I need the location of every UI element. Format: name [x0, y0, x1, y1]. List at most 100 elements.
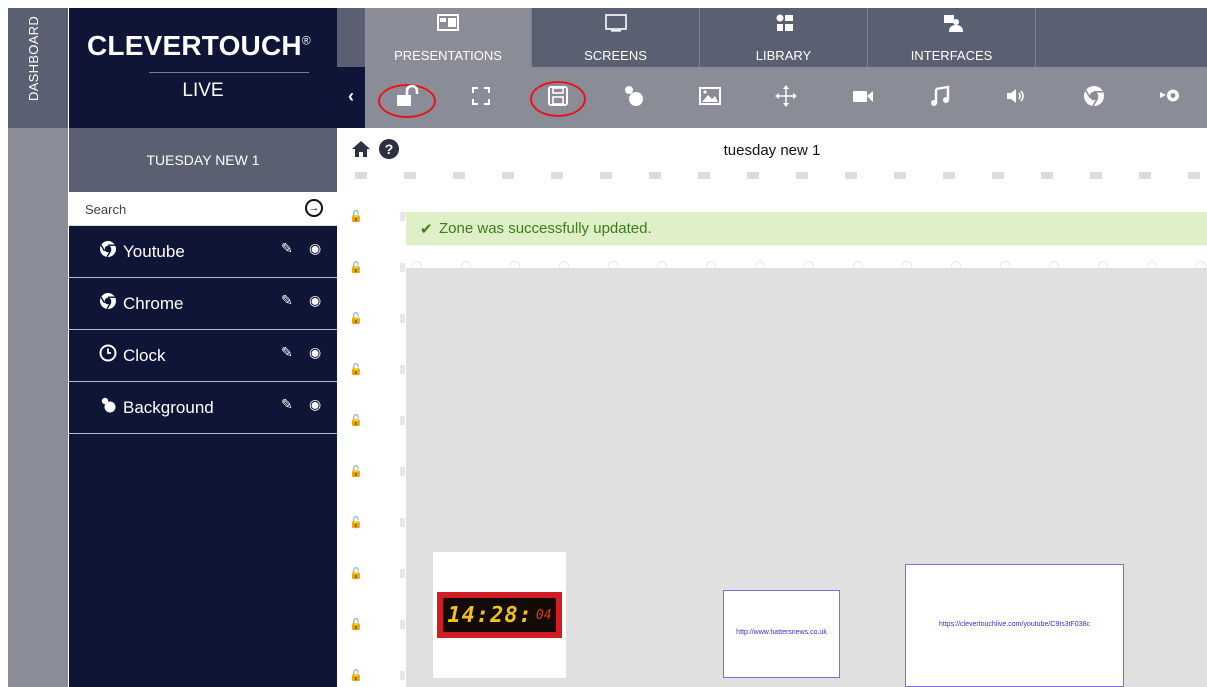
top-nav: PRESENTATIONS SCREENS LIBRARY INTERFACES [337, 8, 1207, 67]
column-handle[interactable] [1147, 261, 1157, 267]
image-icon[interactable] [697, 83, 723, 109]
chrome-zone[interactable]: http://www.hattersnews.co.uk [723, 590, 840, 678]
row-lock-icon[interactable]: 🔓 [349, 414, 363, 427]
dashboard-strip[interactable]: DASHBOARD [8, 8, 68, 687]
row-handle[interactable] [400, 467, 405, 476]
move-icon[interactable] [773, 83, 799, 109]
row-lock-icon[interactable]: 🔓 [349, 312, 363, 325]
back-icon[interactable]: ‹ [337, 67, 365, 128]
edit-icon[interactable]: ✎ [281, 396, 293, 412]
tab-presentations[interactable]: PRESENTATIONS [365, 8, 532, 67]
zone-label: Chrome [123, 294, 184, 313]
ruler-tick [1090, 172, 1102, 179]
row-handle[interactable] [400, 416, 405, 425]
edit-icon[interactable]: ✎ [281, 344, 293, 360]
edit-icon[interactable]: ✎ [281, 292, 293, 308]
eye-icon[interactable]: ◉ [309, 344, 321, 360]
canvas-header: ? tuesday new 1 [337, 128, 1207, 172]
search-bar[interactable]: Search → [69, 192, 337, 226]
volume-icon[interactable] [1003, 83, 1029, 109]
row-handle[interactable] [400, 518, 405, 527]
check-icon: ✔ [420, 221, 433, 238]
library-icon [776, 14, 793, 31]
row-handle[interactable] [400, 365, 405, 374]
column-handle[interactable] [657, 261, 667, 267]
video-icon[interactable] [850, 83, 876, 109]
interfaces-icon [943, 15, 963, 32]
column-handle[interactable] [1196, 261, 1206, 267]
dashboard-tab[interactable]: DASHBOARD [8, 8, 68, 128]
presentation-icon [437, 14, 459, 31]
row-handle[interactable] [400, 263, 405, 272]
chrome-icon[interactable] [1081, 83, 1107, 109]
zone-item-youtube[interactable]: Youtube ✎ ◉ [69, 226, 337, 278]
edit-icon[interactable]: ✎ [281, 240, 293, 256]
ruler-tick [404, 172, 416, 179]
row-handle[interactable] [400, 314, 405, 323]
eye-icon[interactable]: ◉ [309, 292, 321, 308]
zone-label: Background [123, 398, 214, 417]
column-handle[interactable] [1000, 261, 1010, 267]
row-lock-icon[interactable]: 🔓 [349, 363, 363, 376]
column-handle[interactable] [1098, 261, 1108, 267]
logo-divider [149, 72, 309, 73]
ruler-tick [845, 172, 857, 179]
search-go-icon[interactable]: → [305, 199, 323, 217]
zone-item-chrome[interactable]: Chrome ✎ ◉ [69, 278, 337, 330]
row-gutter [400, 212, 405, 687]
youtube-icon[interactable] [1157, 83, 1183, 109]
column-handle[interactable] [951, 261, 961, 267]
ruler-tick [355, 172, 367, 179]
row-handle[interactable] [400, 212, 405, 221]
row-handle[interactable] [400, 620, 405, 629]
row-lock-icon[interactable]: 🔓 [349, 567, 363, 580]
ruler-tick [1139, 172, 1151, 179]
zone-item-clock[interactable]: Clock ✎ ◉ [69, 330, 337, 382]
row-lock-icon[interactable]: 🔓 [349, 516, 363, 529]
zone-item-background[interactable]: Background ✎ ◉ [69, 382, 337, 434]
row-lock-icon[interactable]: 🔓 [349, 618, 363, 631]
column-handle[interactable] [755, 261, 765, 267]
music-icon[interactable] [927, 83, 953, 109]
tab-library[interactable]: LIBRARY [700, 8, 868, 67]
canvas[interactable]: 🔓 🔓 🔓 🔓 🔓 🔓 🔓 🔓 🔓 🔓 ✔ Zone was successfully updat… [337, 172, 1207, 687]
tab-label: SCREENS [584, 48, 647, 63]
column-handle[interactable] [1049, 261, 1059, 267]
column-handles [406, 255, 1207, 268]
canvas-title: tuesday new 1 [723, 142, 821, 159]
eye-icon[interactable]: ◉ [309, 240, 321, 256]
column-handle[interactable] [608, 261, 618, 267]
column-handle[interactable] [412, 261, 422, 267]
column-handle[interactable] [510, 261, 520, 267]
row-handle[interactable] [400, 671, 405, 680]
column-handle[interactable] [902, 261, 912, 267]
clock-inner: 14:28: 04 [443, 598, 556, 632]
row-lock-icon[interactable]: 🔓 [349, 261, 363, 274]
clock-zone[interactable]: 14:28: 04 [433, 552, 566, 678]
ruler-tick [698, 172, 710, 179]
row-lock-icon[interactable]: 🔓 [349, 669, 363, 682]
row-lock-icon[interactable]: 🔓 [349, 465, 363, 478]
column-handle[interactable] [559, 261, 569, 267]
column-handle[interactable] [804, 261, 814, 267]
tab-interfaces[interactable]: INTERFACES [868, 8, 1036, 67]
youtube-zone[interactable]: https://clevertouchlive.com/youtube/C9Is… [905, 564, 1124, 687]
fullscreen-icon[interactable] [468, 83, 494, 109]
column-handle[interactable] [853, 261, 863, 267]
zone-url: http://www.hattersnews.co.uk [736, 629, 827, 636]
column-handle[interactable] [706, 261, 716, 267]
save-icon[interactable] [545, 83, 571, 109]
unlock-icon[interactable] [393, 83, 419, 109]
tab-screens[interactable]: SCREENS [532, 8, 700, 67]
row-handle[interactable] [400, 569, 405, 578]
eye-icon[interactable]: ◉ [309, 396, 321, 412]
search-input[interactable]: Search [85, 202, 126, 217]
tab-label: PRESENTATIONS [394, 48, 502, 63]
row-lock-icon[interactable]: 🔓 [349, 210, 363, 223]
dashboard-label[interactable]: DASHBOARD [26, 16, 41, 116]
ruler-tick [943, 172, 955, 179]
ruler-tick [747, 172, 759, 179]
shapes-icon[interactable] [621, 83, 647, 109]
column-handle[interactable] [461, 261, 471, 267]
success-alert: ✔ Zone was successfully updated. [406, 212, 1207, 245]
